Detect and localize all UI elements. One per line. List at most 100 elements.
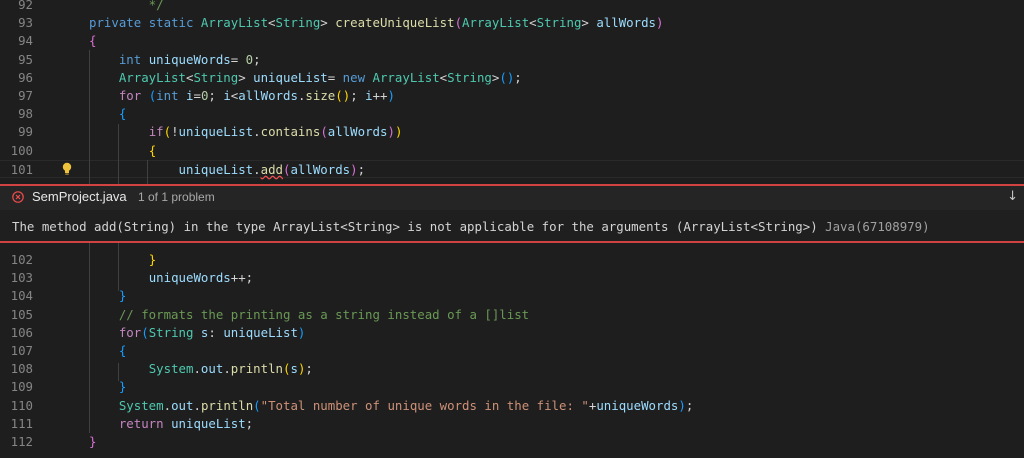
code-text[interactable]: for(String s: uniqueList) [89,324,306,342]
code-line[interactable]: 99 if(!uniqueList.contains(allWords)) [0,123,1024,141]
editor-region-bottom[interactable]: 102 } 103 uniqueWords++; 104 } 105 // forma… [0,243,1024,458]
code-token: ( [141,324,149,340]
code-line[interactable]: 97 for (int i=0; i<allWords.size(); i++) [0,87,1024,105]
code-line[interactable]: 106 for(String s: uniqueList) [0,324,1024,342]
code-token: < [439,69,448,85]
code-line[interactable]: 93 private static ArrayList<String> creat… [0,14,1024,32]
code-line[interactable]: 111 return uniqueList; [0,415,1024,433]
code-token: uniqueWords [148,51,231,67]
code-line[interactable]: 110 System.out.println("Total number of … [0,397,1024,415]
code-text[interactable]: for (int i=0; i<allWords.size(); i++) [89,87,395,105]
code-token: ; [245,415,254,431]
indent-guide [118,124,119,184]
line-number: 93 [18,15,33,31]
code-token: ArrayList [462,15,530,31]
code-token: ) [656,15,664,31]
code-token: static [148,15,201,31]
code-token: ( [320,124,328,140]
problem-file-name[interactable]: SemProject.java [32,189,127,204]
code-line[interactable]: 107 { [0,342,1024,360]
code-token: allWords [327,124,388,140]
code-token: allWords [238,88,298,103]
code-token: } [118,379,127,395]
code-line[interactable]: 104 } [0,287,1024,305]
code-token: new [342,69,373,85]
code-text[interactable]: { [89,342,126,360]
line-number: 104 [10,288,33,304]
indent-guide [118,243,119,291]
code-text[interactable]: */ [89,0,164,14]
code-text[interactable]: uniqueList.add(allWords); [89,161,366,179]
code-text[interactable]: } [89,251,156,269]
code-text[interactable]: // formats the printing as a string inst… [89,306,529,324]
next-problem-arrow-icon[interactable]: ↓ [1007,189,1018,204]
code-token: ) [387,124,395,140]
code-token: add [260,161,283,177]
code-text[interactable]: ArrayList<String> uniqueList= new ArrayL… [89,69,522,87]
code-token: ++; [230,270,254,286]
code-text[interactable]: } [89,378,126,396]
code-line[interactable]: 94 { [0,32,1024,50]
code-token: ! [171,124,179,140]
code-text[interactable]: System.out.println("Total number of uniq… [89,397,693,415]
indent-guide [89,243,90,433]
line-number: 101 [10,161,33,177]
code-token: > [320,15,336,31]
code-token: = [230,51,246,67]
code-line[interactable]: 92 */ [0,0,1024,14]
code-text[interactable]: } [89,433,96,451]
indent-guide [147,160,148,184]
code-token: String [148,324,201,340]
code-line[interactable]: 100 { [0,142,1024,160]
code-line[interactable]: 102 } [0,251,1024,269]
code-line[interactable]: 103 uniqueWords++; [0,269,1024,287]
code-token: ( [253,397,261,413]
code-line[interactable]: 108 System.out.println(s); [0,360,1024,378]
code-text[interactable]: int uniqueWords= 0; [89,51,261,69]
code-token: { [89,33,97,49]
lightbulb-icon[interactable] [62,162,72,176]
code-line[interactable]: 98 { [0,105,1024,123]
code-token: ; [685,397,694,413]
code-line[interactable]: 96 ArrayList<String> uniqueList= new Arr… [0,69,1024,87]
code-line[interactable]: 101 uniqueList.add(allWords); [0,159,1024,179]
line-number: 94 [18,33,33,49]
code-token: i [365,88,373,103]
code-token: = [193,88,201,103]
code-token: { [148,142,157,158]
code-text[interactable]: } [89,287,126,305]
code-token: i [223,88,231,103]
code-text[interactable]: { [89,32,96,50]
code-token: ArrayList [200,15,269,31]
code-text[interactable]: if(!uniqueList.contains(allWords)) [89,123,403,141]
code-token: println [200,397,254,413]
code-token: } [148,252,157,267]
code-line[interactable]: 95 int uniqueWords= 0; [0,51,1024,69]
code-text[interactable]: { [89,142,156,160]
code-token: . [163,397,172,413]
code-token: ++ [372,88,388,103]
code-line[interactable]: 112} [0,433,1024,451]
line-number: 110 [10,397,33,413]
code-text[interactable]: System.out.println(s); [89,360,313,378]
code-token: allWords [290,161,351,177]
code-text[interactable]: uniqueWords++; [89,269,253,287]
line-number: 102 [10,252,33,267]
indent-guide [89,50,90,184]
editor-region-top[interactable]: 92 */93 private static ArrayList<String> … [0,0,1024,184]
code-text[interactable]: private static ArrayList<String> createU… [89,14,663,32]
code-token: int [118,51,149,67]
code-token: ) [394,124,403,140]
code-token: private [89,15,149,31]
code-text[interactable]: { [89,105,126,123]
code-line[interactable]: 109 } [0,378,1024,396]
code-text[interactable]: return uniqueList; [89,415,253,433]
code-token: ; [350,88,366,103]
code-token: String [447,69,492,85]
code-line[interactable]: 105 // formats the printing as a string … [0,306,1024,324]
code-token: ; [208,88,224,103]
code-token: { [118,106,127,122]
